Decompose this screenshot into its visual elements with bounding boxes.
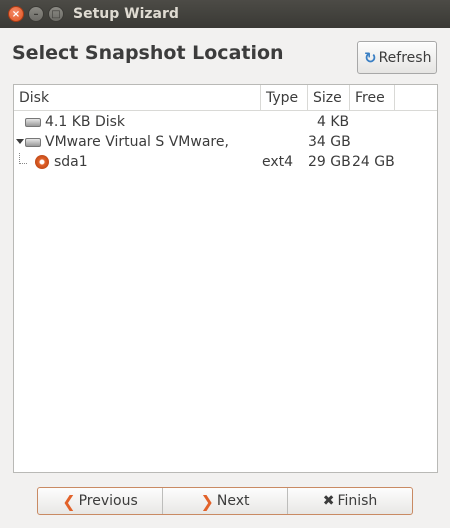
tree-row[interactable]: VMware Virtual S VMware, 34 GB (14, 133, 437, 153)
next-label: Next (216, 493, 250, 509)
partition-icon (35, 155, 49, 169)
next-button[interactable]: ❯ Next (163, 488, 288, 514)
column-header-free[interactable]: Free (350, 85, 395, 111)
row-disk: sda1 (54, 154, 88, 170)
column-header-disk[interactable]: Disk (14, 85, 261, 111)
hard-disk-icon (25, 138, 41, 147)
row-type: ext4 (262, 154, 294, 170)
column-header-type[interactable]: Type (261, 85, 308, 111)
previous-label: Previous (78, 493, 138, 509)
chevron-right-icon: ❯ (200, 491, 214, 511)
window-title: Setup Wizard (73, 6, 179, 22)
title-bar: × – □ Setup Wizard (0, 0, 450, 28)
wizard-navigation: ❮ Previous ❯ Next ✖ Finish (37, 487, 413, 515)
finish-button[interactable]: ✖ Finish (288, 488, 412, 514)
tree-header: Disk Type Size Free (14, 85, 437, 111)
chevron-left-icon: ❮ (62, 491, 76, 511)
finish-label: Finish (337, 493, 378, 509)
close-icon[interactable]: × (8, 6, 24, 22)
tree-row[interactable]: 4.1 KB Disk 4 KB (14, 113, 437, 133)
tree-line (19, 153, 27, 164)
hard-disk-icon (25, 118, 41, 127)
row-size: 34 GB (308, 134, 351, 150)
row-size: 29 GB (308, 154, 351, 170)
page-title: Select Snapshot Location (12, 42, 284, 64)
refresh-label: Refresh (378, 49, 432, 66)
refresh-button[interactable]: ↻ Refresh (357, 41, 437, 74)
maximize-icon[interactable]: □ (48, 6, 64, 22)
close-icon: ✖ (322, 493, 335, 509)
tree-row[interactable]: sda1 ext4 29 GB 24 GB (14, 153, 437, 173)
row-size: 4 KB (317, 114, 350, 130)
previous-button[interactable]: ❮ Previous (38, 488, 163, 514)
column-header-size[interactable]: Size (308, 85, 350, 111)
minimize-icon[interactable]: – (28, 6, 44, 22)
disk-tree[interactable]: Disk Type Size Free 4.1 KB Disk 4 KB VMw… (13, 84, 438, 473)
row-free: 24 GB (352, 154, 395, 170)
expander-icon[interactable] (16, 139, 24, 144)
row-disk: 4.1 KB Disk (45, 114, 126, 130)
row-disk: VMware Virtual S VMware, (45, 134, 229, 150)
refresh-icon: ↻ (364, 48, 377, 67)
